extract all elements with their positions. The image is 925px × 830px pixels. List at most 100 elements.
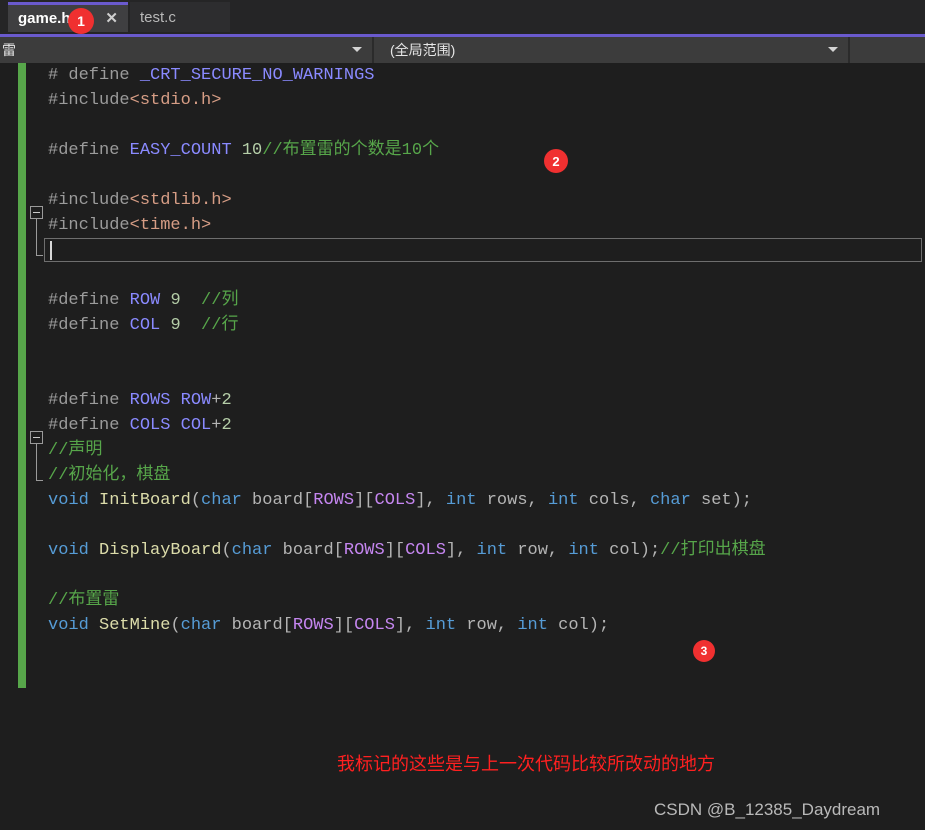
code-token: #define <box>48 141 130 160</box>
code-token: ROWS <box>129 391 171 410</box>
code-token: //声明 <box>48 441 103 460</box>
code-token: board <box>241 491 304 510</box>
code-line[interactable]: #include<time.h> <box>0 213 925 238</box>
code-line[interactable]: #define COLS COL+2 <box>0 413 925 438</box>
code-token: 2 <box>221 391 232 410</box>
code-token: //列 <box>201 291 239 310</box>
chevron-down-icon[interactable] <box>828 47 838 52</box>
code-token: int <box>547 491 579 510</box>
code-token: char <box>649 491 691 510</box>
code-token: //布置雷的个数是10个 <box>262 141 440 160</box>
code-token: 9 <box>170 316 181 335</box>
code-token: COLS <box>405 541 446 560</box>
code-token: COL <box>180 416 212 435</box>
code-token: ); <box>588 616 610 635</box>
code-token: ][ <box>384 541 406 560</box>
code-token: ); <box>731 491 753 510</box>
code-token: cols, <box>578 491 650 510</box>
code-line[interactable]: //初始化，棋盘 <box>0 463 925 488</box>
code-line[interactable] <box>0 363 925 388</box>
code-token: row, <box>456 616 518 635</box>
tab-test-c[interactable]: test.c <box>130 2 230 32</box>
code-token: #define <box>48 391 130 410</box>
code-token: 2 <box>221 416 232 435</box>
code-token: ( <box>221 541 232 560</box>
code-token: int <box>445 491 477 510</box>
navigation-bar: 雷 (全局范围) <box>0 37 925 63</box>
code-line[interactable]: //布置雷 <box>0 588 925 613</box>
code-token: int <box>476 541 508 560</box>
chevron-down-icon[interactable] <box>352 47 362 52</box>
code-line[interactable]: void InitBoard(char board[ROWS][COLS], i… <box>0 488 925 513</box>
code-token: COLS <box>374 491 416 510</box>
code-token: # define <box>48 66 140 85</box>
code-token: <stdlib.h> <box>129 191 232 210</box>
member-combo-value: 雷 <box>2 42 16 58</box>
code-token: EASY_COUNT <box>129 141 232 160</box>
tab-bar: game.h ✕ test.c <box>0 0 925 34</box>
code-line[interactable]: void DisplayBoard(char board[ROWS][COLS]… <box>0 538 925 563</box>
code-token: #define <box>48 416 130 435</box>
code-token: set <box>690 491 732 510</box>
code-line[interactable] <box>0 163 925 188</box>
code-token: rows, <box>476 491 548 510</box>
code-line[interactable] <box>0 338 925 363</box>
code-token: ROWS <box>343 541 385 560</box>
code-token: char <box>231 541 273 560</box>
code-line[interactable]: #define ROW 9 //列 <box>0 288 925 313</box>
code-token: #include <box>48 91 130 110</box>
code-token: ROWS <box>313 491 355 510</box>
fold-toggle-icon[interactable] <box>30 431 43 444</box>
member-combo[interactable]: 雷 <box>0 37 374 63</box>
code-token: [ <box>282 616 293 635</box>
code-token: COLS <box>354 616 395 635</box>
fold-toggle-icon[interactable] <box>30 206 43 219</box>
extra-combo[interactable] <box>852 37 925 63</box>
code-token: row, <box>507 541 569 560</box>
code-token: ROWS <box>292 616 334 635</box>
code-token: #include <box>48 191 130 210</box>
code-line[interactable]: void SetMine(char board[ROWS][COLS], int… <box>0 613 925 638</box>
code-line[interactable] <box>0 563 925 588</box>
scope-combo[interactable]: (全局范围) <box>378 37 850 63</box>
code-token: col <box>547 616 589 635</box>
code-token: <time.h> <box>129 216 212 235</box>
code-line[interactable]: #include<stdio.h> <box>0 88 925 113</box>
code-token: ], <box>445 541 477 560</box>
tab-label: game.h <box>18 10 71 27</box>
code-token: ROW <box>180 391 212 410</box>
code-token: COLS <box>129 416 171 435</box>
code-token: + <box>211 416 222 435</box>
code-line[interactable]: #define COL 9 //行 <box>0 313 925 338</box>
code-editor[interactable]: # define _CRT_SECURE_NO_WARNINGS #include… <box>0 63 925 830</box>
code-token: _CRT_SECURE_NO_WARNINGS <box>139 66 375 85</box>
fold-region-foot <box>36 480 43 481</box>
code-line[interactable]: //声明 <box>0 438 925 463</box>
code-token: void <box>48 616 89 635</box>
code-line[interactable] <box>0 263 925 288</box>
code-token: //初始化，棋盘 <box>48 466 171 485</box>
code-line[interactable]: #include<stdlib.h> <box>0 188 925 213</box>
code-token: board <box>272 541 334 560</box>
watermark: CSDN @B_12385_Daydream <box>654 800 881 819</box>
code-token: InitBoard <box>99 491 191 510</box>
code-line[interactable] <box>0 113 925 138</box>
code-token: col <box>598 541 640 560</box>
code-token: ], <box>415 491 446 510</box>
code-line[interactable] <box>0 513 925 538</box>
code-token: [ <box>333 541 344 560</box>
code-token: ( <box>190 491 202 510</box>
code-line[interactable]: #define ROWS ROW+2 <box>0 388 925 413</box>
code-line[interactable]: # define _CRT_SECURE_NO_WARNINGS <box>0 63 925 88</box>
code-token: ( <box>170 616 181 635</box>
close-icon[interactable]: ✕ <box>105 11 118 27</box>
fold-region-line <box>36 444 37 480</box>
code-token: void <box>48 541 89 560</box>
code-token: COL <box>129 316 161 335</box>
code-line[interactable]: #define EASY_COUNT 10//布置雷的个数是10个 <box>0 138 925 163</box>
